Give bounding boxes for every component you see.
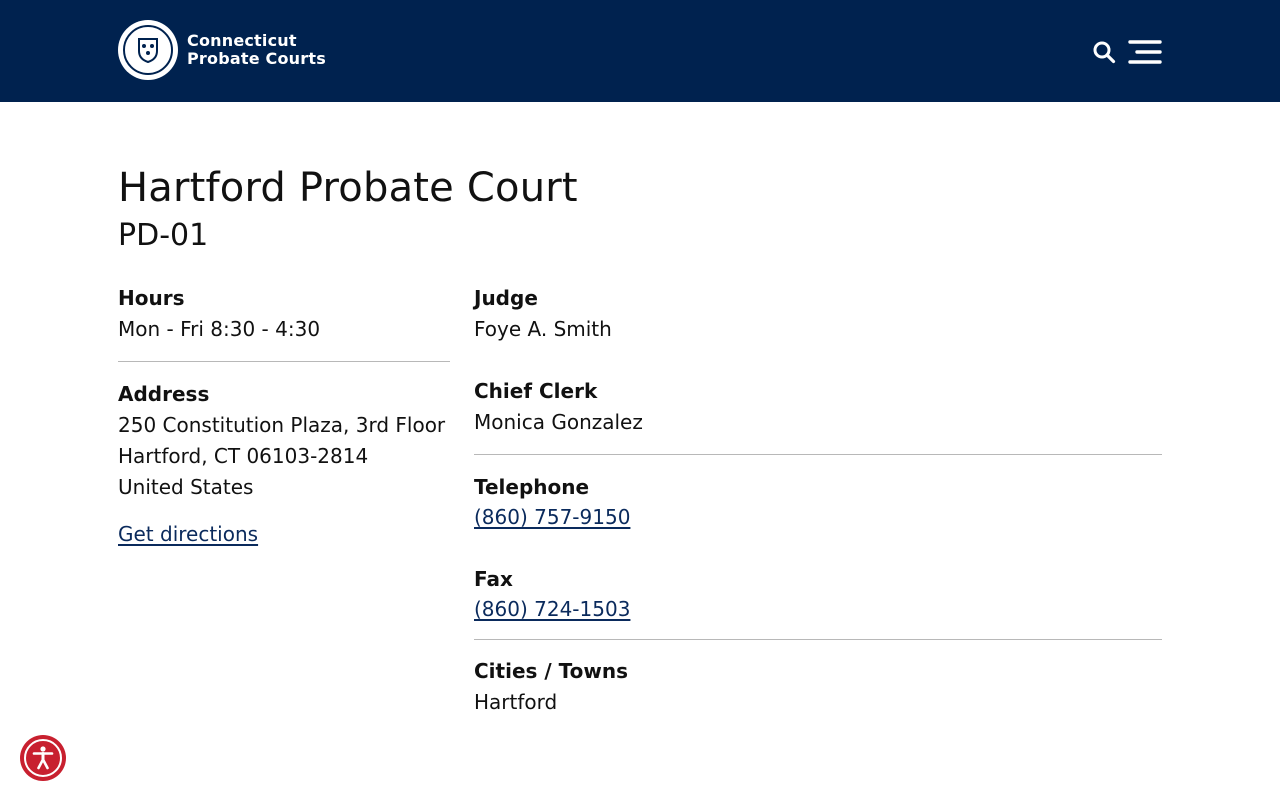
cities-towns-value: Hartford: [474, 690, 558, 714]
judge-label: Judge: [474, 286, 538, 310]
hours-label: Hours: [118, 286, 185, 310]
judge-section: Judge Foye A. Smith: [474, 284, 1162, 345]
court-code: PD-01: [118, 218, 209, 253]
site-name-line2: Probate Courts: [187, 49, 326, 68]
fax-link[interactable]: (860) 724-1503: [474, 594, 630, 625]
accessibility-icon: [32, 746, 54, 770]
fax-section: Fax (860) 724-1503: [474, 565, 1162, 625]
clerk-divider: [474, 454, 1162, 455]
accessibility-button[interactable]: [20, 735, 66, 781]
site-header: Connecticut Probate Courts: [0, 0, 1280, 102]
court-detail: Hartford Probate Court PD-01 Hours Mon -…: [118, 160, 1162, 714]
hours-section: Hours Mon - Fri 8:30 - 4:30: [118, 284, 450, 345]
site-name-line1: Connecticut: [187, 31, 297, 50]
address-section: Address 250 Constitution Plaza, 3rd Floo…: [118, 380, 450, 550]
cities-towns-section: Cities / Towns Hartford: [474, 657, 1162, 718]
hours-value: Mon - Fri 8:30 - 4:30: [118, 317, 321, 341]
cities-towns-label: Cities / Towns: [474, 659, 628, 683]
search-button[interactable]: [1090, 38, 1118, 66]
address-line2: Hartford, CT 06103-2814: [118, 444, 369, 468]
left-column: Hours Mon - Fri 8:30 - 4:30 Address 250 …: [118, 284, 450, 550]
hamburger-menu-icon: [1128, 40, 1162, 64]
address-line3: United States: [118, 475, 254, 499]
address-line1: 250 Constitution Plaza, 3rd Floor: [118, 413, 446, 437]
telephone-label: Telephone: [474, 475, 590, 499]
hours-divider: [118, 361, 450, 362]
chief-clerk-value: Monica Gonzalez: [474, 410, 643, 434]
header-actions: [1090, 38, 1162, 66]
page-title: Hartford Probate Court: [118, 165, 578, 211]
site-name: Connecticut Probate Courts: [187, 32, 326, 68]
fax-label: Fax: [474, 567, 513, 591]
menu-button[interactable]: [1128, 38, 1162, 66]
right-column: Judge Foye A. Smith Chief Clerk Monica G…: [474, 284, 1162, 718]
court-seal-logo: [118, 20, 178, 80]
chief-clerk-section: Chief Clerk Monica Gonzalez: [474, 377, 1162, 438]
telephone-section: Telephone (860) 757-9150: [474, 473, 1162, 533]
get-directions-link[interactable]: Get directions: [118, 519, 258, 550]
judge-value: Foye A. Smith: [474, 317, 612, 341]
search-icon: [1093, 41, 1116, 64]
home-logo-link[interactable]: Connecticut Probate Courts: [118, 20, 326, 80]
fax-divider: [474, 639, 1162, 640]
chief-clerk-label: Chief Clerk: [474, 379, 598, 403]
telephone-link[interactable]: (860) 757-9150: [474, 502, 630, 533]
address-label: Address: [118, 382, 210, 406]
